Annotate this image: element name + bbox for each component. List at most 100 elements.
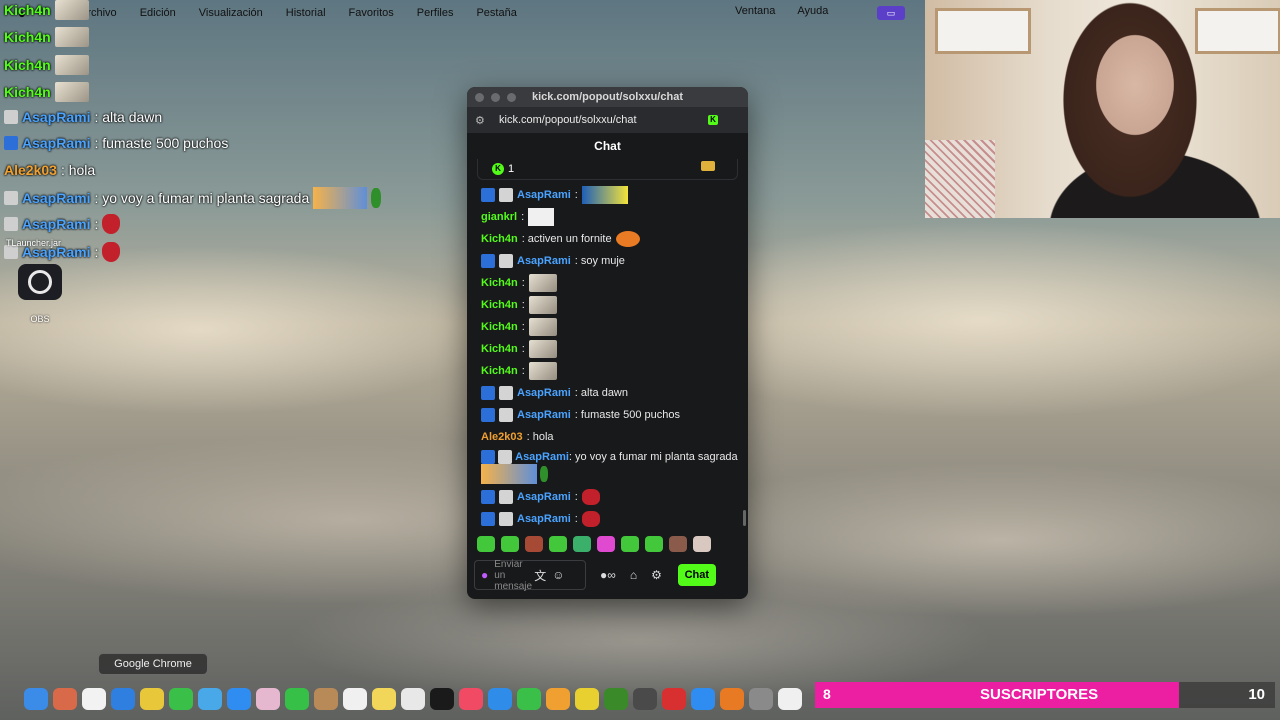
emote-quick-icon[interactable] bbox=[477, 536, 495, 552]
textedit-icon[interactable] bbox=[778, 688, 802, 710]
system-settings-icon[interactable] bbox=[749, 688, 773, 710]
screen-share-icon[interactable]: ▭ bbox=[877, 6, 905, 20]
tool-icon[interactable] bbox=[633, 688, 657, 710]
desktop-icon-tlauncher[interactable]: TLauncher.jar bbox=[6, 238, 61, 248]
chat-message: Kich4n: bbox=[481, 272, 748, 294]
overlay-username: AsapRami bbox=[22, 190, 91, 206]
numbers-icon[interactable] bbox=[517, 688, 541, 710]
settings-icon[interactable]: ⚙ bbox=[651, 568, 662, 582]
pinned-count: 1 bbox=[508, 163, 515, 175]
chat-username[interactable]: AsapRami bbox=[515, 451, 569, 463]
mail-icon[interactable] bbox=[227, 688, 251, 710]
translate-icon[interactable]: 文 bbox=[534, 567, 546, 584]
emote-face-icon bbox=[54, 27, 89, 47]
chat-username[interactable]: AsapRami bbox=[517, 491, 571, 503]
kick-chat-window: kick.com/popout/solxxu/chat ⚙ kick.com/p… bbox=[467, 87, 748, 599]
chat-username[interactable]: AsapRami bbox=[517, 513, 571, 525]
window-titlebar[interactable]: kick.com/popout/solxxu/chat bbox=[467, 87, 748, 107]
chat-username[interactable]: giankrl bbox=[481, 211, 517, 223]
messages-icon[interactable] bbox=[169, 688, 193, 710]
kick-points-icon[interactable]: ●∞ bbox=[600, 568, 616, 582]
photos-icon[interactable] bbox=[256, 688, 280, 710]
emote-fortnite-icon bbox=[615, 231, 640, 247]
badge-icon bbox=[4, 217, 18, 231]
url-text[interactable]: kick.com/popout/solxxu/chat bbox=[499, 114, 637, 126]
chat-header: Chat bbox=[594, 139, 621, 153]
overlay-username: Kich4n bbox=[4, 29, 51, 45]
chat-username[interactable]: Kich4n bbox=[481, 233, 518, 245]
emote-face-icon bbox=[54, 55, 89, 75]
facetime-icon[interactable] bbox=[285, 688, 309, 710]
kick-extension-icon[interactable]: K bbox=[708, 115, 718, 125]
keynote-icon[interactable] bbox=[488, 688, 512, 710]
emoji-icon[interactable]: ☺ bbox=[552, 568, 564, 582]
chat-username[interactable]: AsapRami bbox=[517, 409, 571, 421]
chat-username[interactable]: Kich4n bbox=[481, 343, 518, 355]
chat-username[interactable]: Kich4n bbox=[481, 365, 518, 377]
emote-quick-icon[interactable] bbox=[621, 536, 639, 552]
chat-input[interactable]: ● Enviar un mensaje 文 ☺ bbox=[474, 559, 586, 592]
chat-username[interactable]: Kich4n bbox=[481, 299, 518, 311]
chat-username[interactable]: AsapRami bbox=[517, 189, 571, 201]
app-store-sticker-icon[interactable] bbox=[575, 688, 599, 710]
chat-colon: : bbox=[574, 491, 578, 504]
badge-icon bbox=[481, 254, 495, 268]
subscriber-goal-bar: 8 SUSCRIPTORES 10 bbox=[815, 682, 1275, 708]
emote-devil-icon bbox=[102, 242, 121, 262]
desktop-icon-obs[interactable]: OBS bbox=[18, 264, 62, 324]
store-icon[interactable]: ⌂ bbox=[630, 568, 637, 582]
emote-quick-icon[interactable] bbox=[693, 536, 711, 552]
address-bar[interactable]: ⚙ kick.com/popout/solxxu/chat K bbox=[467, 107, 748, 133]
chat-username[interactable]: AsapRami bbox=[517, 255, 571, 267]
emote-quick-icon[interactable] bbox=[549, 536, 567, 552]
emote-quick-icon[interactable] bbox=[525, 536, 543, 552]
menu-pestana[interactable]: Pestaña bbox=[476, 7, 516, 19]
chat-username[interactable]: Ale2k03 bbox=[481, 431, 523, 443]
maps-icon[interactable] bbox=[198, 688, 222, 710]
gift-icon[interactable] bbox=[701, 161, 715, 171]
send-chat-button[interactable]: Chat bbox=[677, 564, 716, 586]
chat-username[interactable]: Kich4n bbox=[481, 321, 518, 333]
emote-quick-icon[interactable] bbox=[597, 536, 615, 552]
menu-favoritos[interactable]: Favoritos bbox=[349, 7, 394, 19]
emote-face-icon bbox=[54, 82, 89, 102]
chat-colon: : bbox=[521, 211, 525, 223]
emote-quick-icon[interactable] bbox=[645, 536, 663, 552]
menu-edicion[interactable]: Edición bbox=[140, 7, 176, 19]
chrome-icon[interactable] bbox=[140, 688, 164, 710]
launchpad-icon[interactable] bbox=[53, 688, 77, 710]
calendar-icon[interactable] bbox=[82, 688, 106, 710]
chat-username[interactable]: AsapRami bbox=[517, 387, 571, 399]
menu-ayuda[interactable]: Ayuda bbox=[797, 5, 828, 17]
emote-quick-icon[interactable] bbox=[501, 536, 519, 552]
emote-quick-icon[interactable] bbox=[573, 536, 591, 552]
badge-icon bbox=[481, 490, 495, 505]
notes-icon[interactable] bbox=[372, 688, 396, 710]
menu-historial[interactable]: Historial bbox=[286, 7, 326, 19]
reminders-icon[interactable] bbox=[343, 688, 367, 710]
menu-visualizacion[interactable]: Visualización bbox=[199, 7, 263, 19]
tv-icon[interactable] bbox=[430, 688, 454, 710]
emote-car-icon bbox=[581, 186, 628, 204]
pinned-bar[interactable]: K 1 bbox=[477, 159, 738, 180]
fruit-app-icon[interactable] bbox=[720, 688, 744, 710]
finder-icon[interactable] bbox=[24, 688, 48, 710]
music-icon[interactable] bbox=[459, 688, 483, 710]
freeform-icon[interactable] bbox=[401, 688, 425, 710]
badge-icon bbox=[499, 386, 513, 400]
chat-scrollbar[interactable] bbox=[743, 510, 746, 526]
site-settings-icon[interactable]: ⚙ bbox=[475, 114, 489, 127]
contacts-icon[interactable] bbox=[314, 688, 338, 710]
menu-perfiles[interactable]: Perfiles bbox=[417, 7, 454, 19]
emote-quick-icon[interactable] bbox=[669, 536, 687, 552]
chat-message: Kich4n: activen un fornite bbox=[481, 228, 748, 250]
chat-message: Kich4n: bbox=[481, 316, 748, 338]
menu-ventana[interactable]: Ventana bbox=[735, 5, 775, 17]
pages-icon[interactable] bbox=[546, 688, 570, 710]
chat-username[interactable]: Kich4n bbox=[481, 277, 518, 289]
microphone-icon[interactable]: ● bbox=[481, 568, 488, 582]
red-app-icon[interactable] bbox=[662, 688, 686, 710]
app-store-icon[interactable] bbox=[691, 688, 715, 710]
safari-icon[interactable] bbox=[111, 688, 135, 710]
minecraft-icon[interactable] bbox=[604, 688, 628, 710]
